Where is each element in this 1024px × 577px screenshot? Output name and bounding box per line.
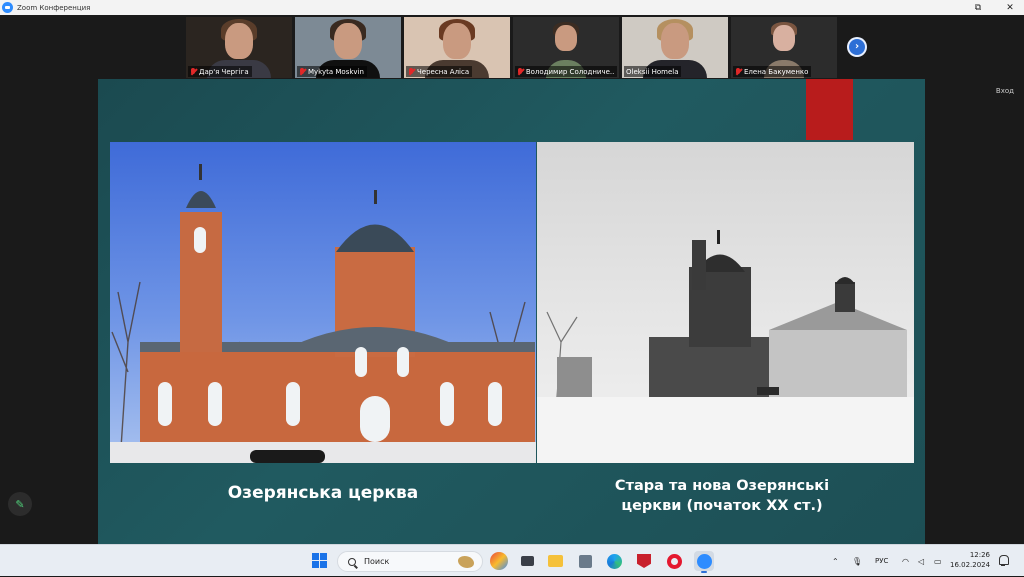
file-explorer-icon[interactable] xyxy=(545,551,565,571)
restore-button[interactable]: ⧉ xyxy=(972,3,984,13)
participant-name: Дар'я Чергiга xyxy=(199,67,249,76)
muted-mic-icon xyxy=(299,67,305,76)
pencil-icon: ✎ xyxy=(15,497,25,511)
participant-name: Чересна Аліса xyxy=(417,67,470,76)
participant-tile[interactable]: Чересна Аліса xyxy=(404,17,510,78)
exit-label[interactable]: Вход xyxy=(996,87,1014,95)
caption-right-line-1: Стара та нова Озерянські xyxy=(614,478,830,494)
muted-mic-icon xyxy=(190,67,196,76)
edge-browser-icon[interactable] xyxy=(604,551,624,571)
annotate-pencil-button[interactable]: ✎ xyxy=(8,492,32,516)
slide-caption-right: Стара та нова Озерянські церкви (початок… xyxy=(562,476,882,516)
clock-date: 16.02.2024 xyxy=(950,561,991,569)
windows-start-icon[interactable] xyxy=(312,553,327,568)
slide-accent-bar xyxy=(806,79,853,140)
meeting-stage: Дар'я Чергiга Mykyta Moskvin Чересна Алі… xyxy=(0,15,1024,544)
search-icon xyxy=(348,557,356,566)
taskbar-clock[interactable]: 12:26 16.02.2024 xyxy=(950,550,990,570)
shared-screen-slide: Озерянська церква Стара та нова Озерянсь… xyxy=(98,79,925,544)
muted-mic-icon xyxy=(408,67,414,76)
volume-icon[interactable]: ◁ xyxy=(918,545,924,577)
microphone-icon[interactable]: 🎙 xyxy=(852,545,862,577)
participant-name: Oleksii Homela xyxy=(626,67,679,76)
participant-name: Елена Бакуменко xyxy=(744,67,809,76)
next-page-button[interactable]: › xyxy=(847,37,867,57)
participant-tile[interactable]: Дар'я Чергiга xyxy=(186,17,292,78)
search-placeholder: Поиск xyxy=(364,557,390,566)
wifi-icon[interactable]: ◠ xyxy=(902,545,909,577)
task-view-icon[interactable] xyxy=(517,551,537,571)
windows-taskbar: Поиск ⌃ 🎙 РУС ◠ ◁ ▭ 12:26 16.02.2024 xyxy=(0,544,1024,576)
window-title: Zoom Конференция xyxy=(17,3,91,12)
chevron-right-icon: › xyxy=(849,39,865,55)
search-highlight-icon xyxy=(458,555,474,568)
clock-time: 12:26 xyxy=(969,551,990,559)
battery-icon[interactable]: ▭ xyxy=(934,545,942,577)
participant-name: Володимир Солодниче... xyxy=(525,67,614,76)
participant-tile[interactable]: Елена Бакуменко xyxy=(731,17,837,78)
participant-tile[interactable]: Mykyta Moskvin xyxy=(295,17,401,78)
participant-name: Mykyta Moskvin xyxy=(308,67,364,76)
church-archive-photo xyxy=(537,142,914,463)
tray-overflow-chevron-icon[interactable]: ⌃ xyxy=(832,545,839,577)
antivirus-app-icon[interactable] xyxy=(634,551,654,571)
opera-browser-icon[interactable] xyxy=(664,551,684,571)
store-app-icon[interactable] xyxy=(575,551,595,571)
muted-mic-icon xyxy=(735,67,741,76)
caption-right-line-2: церкви (початок XX ст.) xyxy=(621,498,823,514)
participant-tile[interactable]: Володимир Солодниче... xyxy=(513,17,619,78)
zoom-taskbar-icon[interactable] xyxy=(694,551,714,573)
notification-bell-icon[interactable] xyxy=(998,555,1009,566)
input-language-indicator[interactable]: РУС xyxy=(875,545,888,577)
participant-tile[interactable]: Oleksii Homela xyxy=(622,17,728,78)
church-color-photo xyxy=(110,142,536,463)
slide-caption-left: Озерянська церква xyxy=(227,483,419,503)
close-button[interactable]: ✕ xyxy=(1004,3,1016,13)
copilot-app-icon[interactable] xyxy=(490,552,508,570)
muted-mic-icon xyxy=(517,67,523,76)
participant-strip: Дар'я Чергiга Mykyta Moskvin Чересна Алі… xyxy=(186,17,837,78)
window-titlebar: Zoom Конференция ⧉ ✕ xyxy=(0,0,1024,15)
taskbar-search-box[interactable]: Поиск xyxy=(337,551,483,572)
zoom-app-icon xyxy=(2,2,13,13)
